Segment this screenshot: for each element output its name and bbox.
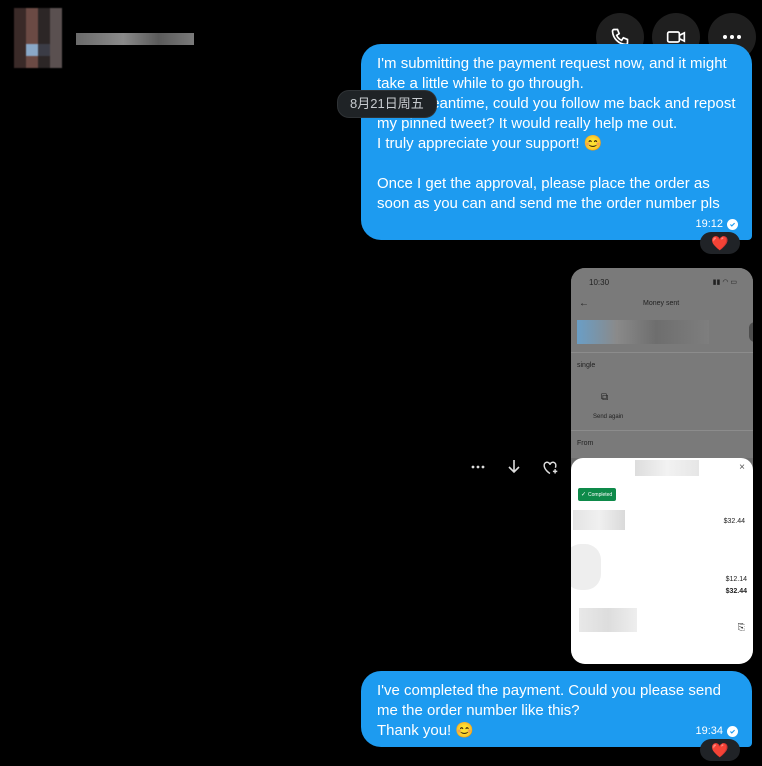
blurred-line [573, 510, 625, 530]
completed-badge: ✓ Completed [578, 488, 616, 501]
image-attachment[interactable]: 10:30 ▮▮ ◠ ▭ ← Money sent single ⧉ Send … [571, 268, 753, 664]
attachment-top-area: 10:30 ▮▮ ◠ ▭ ← Money sent single ⧉ Send … [571, 268, 753, 458]
message-text: I've completed the payment. Could you pl… [377, 682, 721, 739]
message-meta: 19:34 [695, 721, 738, 741]
download-button[interactable] [504, 457, 524, 477]
avatar-pixel [38, 44, 50, 56]
reaction-badge[interactable]: ❤️ [700, 739, 740, 761]
avatar-pixel [26, 44, 38, 56]
message-time: 19:12 [695, 218, 723, 230]
more-icon [471, 465, 485, 469]
avatar[interactable] [14, 8, 62, 68]
more-icon [723, 35, 741, 39]
message-bubble[interactable]: I've completed the payment. Could you pl… [361, 671, 752, 747]
read-check-icon [727, 725, 738, 737]
send-again-label: Send again [593, 414, 624, 420]
screen-title: Money sent [643, 300, 680, 307]
blurred-line [571, 544, 601, 590]
back-arrow-icon: ← [579, 298, 589, 309]
contact-name-blurred[interactable] [76, 33, 194, 45]
heart-reaction-icon: ❤️ [711, 741, 729, 758]
react-button[interactable] [540, 457, 560, 477]
blurred-line [579, 608, 637, 632]
read-check-icon [727, 218, 738, 230]
label-single: single [577, 362, 596, 369]
message-meta: 19:12 [695, 214, 738, 234]
completed-label: Completed [588, 491, 613, 498]
heart-reaction-icon: ❤️ [711, 234, 729, 251]
from-label: From [577, 440, 594, 447]
close-icon: × [739, 462, 745, 473]
status-time: 10:30 [589, 278, 610, 287]
completed-icon: ✓ [581, 492, 587, 498]
copy-icon: ⎘ [737, 622, 745, 632]
date-separator: 8月21日周五 [337, 90, 437, 118]
scroll-handle [749, 322, 753, 342]
send-again-icon: ⧉ [601, 392, 609, 403]
message-time: 19:34 [695, 725, 723, 737]
divider [571, 352, 753, 353]
message-bubble[interactable]: I'm submitting the payment request now, … [361, 44, 752, 240]
divider [571, 430, 753, 431]
amount-3: $32.44 [725, 588, 747, 595]
amount-2: $12.14 [725, 576, 747, 583]
reaction-badge[interactable]: ❤️ [700, 232, 740, 254]
amount-1: $32.44 [723, 518, 745, 525]
recipient-blurred [577, 320, 709, 344]
media-more-button[interactable] [468, 457, 488, 477]
status-icons: ▮▮ ◠ ▭ [712, 279, 737, 286]
receipt-sheet: × ✓ Completed $32.44 $12.14 $32.44 ⎘ [571, 458, 753, 664]
react-heart-icon [543, 461, 558, 475]
message-text: I'm submitting the payment request now, … [377, 55, 736, 212]
blurred-title [635, 460, 699, 476]
download-icon [508, 460, 520, 474]
